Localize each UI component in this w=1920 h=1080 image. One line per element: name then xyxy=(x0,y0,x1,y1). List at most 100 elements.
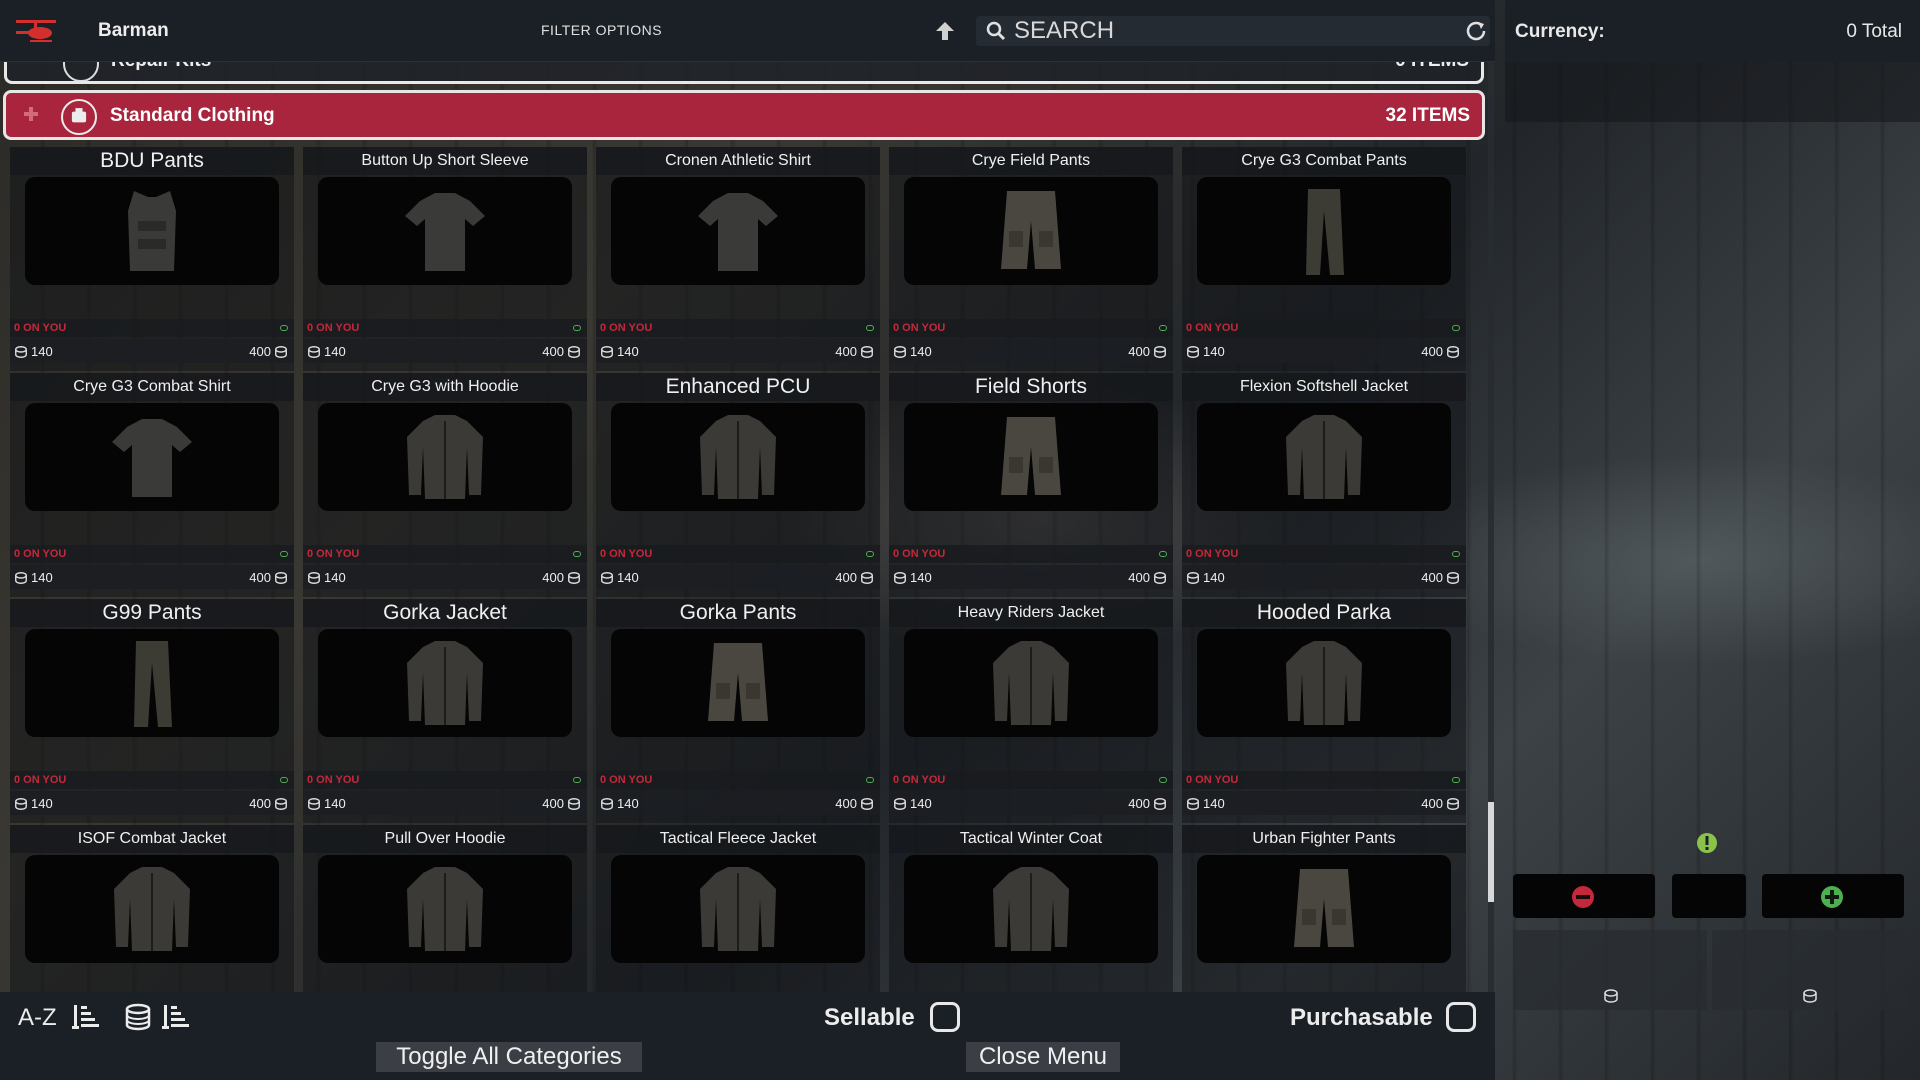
coin-icon xyxy=(1154,345,1166,358)
buy-price: 400 xyxy=(249,796,288,811)
stock-indicator-icon xyxy=(1159,551,1167,557)
sell-price: 140 xyxy=(600,570,639,585)
category-header-standard-clothing[interactable]: Standard Clothing 32 ITEMS xyxy=(3,90,1485,140)
filter-options-button[interactable]: FILTER OPTIONS xyxy=(541,22,662,38)
coin-stack-icon[interactable] xyxy=(124,1002,152,1032)
decrease-quantity-button[interactable] xyxy=(1513,874,1655,918)
jacket-icon xyxy=(700,415,776,499)
sell-price-value: 140 xyxy=(1203,796,1225,811)
sell-price-value: 140 xyxy=(31,796,53,811)
item-stock: 0 ON YOU xyxy=(1182,771,1466,789)
refresh-icon[interactable] xyxy=(1464,19,1488,43)
sell-price: 140 xyxy=(1186,344,1225,359)
item-stock: 0 ON YOU xyxy=(10,545,294,563)
buy-price: 400 xyxy=(1128,570,1167,585)
coin-icon xyxy=(861,345,873,358)
stock-label: 0 ON YOU xyxy=(14,548,67,560)
sell-price-value: 140 xyxy=(324,796,346,811)
item-card[interactable]: Crye Field Pants 0 ON YOU 140 400 xyxy=(889,147,1173,371)
close-menu-button[interactable]: Close Menu xyxy=(966,1042,1120,1072)
sell-price: 140 xyxy=(600,344,639,359)
sell-price-value: 140 xyxy=(617,796,639,811)
item-stock: 0 ON YOU xyxy=(10,771,294,789)
stock-label: 0 ON YOU xyxy=(307,322,360,334)
sell-price-value: 140 xyxy=(1203,344,1225,359)
item-image xyxy=(318,403,572,511)
coin-icon xyxy=(861,797,873,810)
buy-price-value: 400 xyxy=(249,344,271,359)
item-card[interactable]: Enhanced PCU 0 ON YOU 140 400 xyxy=(596,373,880,597)
category-header-repair-kits[interactable]: Repair Kits 0 ITEMS xyxy=(4,62,1484,84)
sell-price: 140 xyxy=(307,570,346,585)
info-icon[interactable] xyxy=(1696,832,1718,854)
stock-indicator-icon xyxy=(573,777,581,783)
item-card[interactable]: G99 Pants 0 ON YOU 140 400 xyxy=(10,599,294,823)
coin-icon xyxy=(601,797,613,810)
arrow-up-icon[interactable] xyxy=(934,20,956,42)
item-name: Tactical Winter Coat xyxy=(889,825,1173,853)
buy-price-value: 400 xyxy=(542,796,564,811)
item-prices: 140 400 xyxy=(889,791,1173,815)
jacket-icon xyxy=(114,867,190,951)
item-card[interactable]: BDU Pants 0 ON YOU 140 400 xyxy=(10,147,294,371)
increase-quantity-button[interactable] xyxy=(1762,874,1904,918)
item-card[interactable]: Hooded Parka 0 ON YOU 140 400 xyxy=(1182,599,1466,823)
coin-icon xyxy=(308,571,320,584)
item-card[interactable]: Cronen Athletic Shirt 0 ON YOU 140 400 xyxy=(596,147,880,371)
item-stock: 0 ON YOU xyxy=(303,545,587,563)
shorts-icon xyxy=(1001,191,1061,269)
item-card[interactable]: Field Shorts 0 ON YOU 140 400 xyxy=(889,373,1173,597)
item-card[interactable]: Heavy Riders Jacket 0 ON YOU 140 400 xyxy=(889,599,1173,823)
sort-list-icon[interactable] xyxy=(72,1002,100,1032)
buy-price-value: 400 xyxy=(1128,570,1150,585)
shorts-icon xyxy=(1001,417,1061,495)
stock-indicator-icon xyxy=(1452,551,1460,557)
sell-button[interactable] xyxy=(1513,930,1707,1010)
coin-icon xyxy=(1154,571,1166,584)
item-card[interactable]: Crye G3 Combat Shirt 0 ON YOU 140 400 xyxy=(10,373,294,597)
item-card[interactable]: Crye G3 Combat Pants 0 ON YOU 140 400 xyxy=(1182,147,1466,371)
search-input[interactable] xyxy=(1014,16,1434,46)
item-name: Cronen Athletic Shirt xyxy=(596,147,880,175)
item-grid: BDU Pants 0 ON YOU 140 400 Button Up Short S… xyxy=(10,147,1470,1049)
sell-price: 140 xyxy=(1186,570,1225,585)
sell-price-value: 140 xyxy=(910,344,932,359)
item-image xyxy=(611,177,865,285)
item-card[interactable]: Gorka Jacket 0 ON YOU 140 400 xyxy=(303,599,587,823)
item-prices: 140 400 xyxy=(1182,565,1466,589)
sellable-checkbox[interactable] xyxy=(930,1002,960,1032)
item-name: Crye G3 Combat Shirt xyxy=(10,373,294,401)
scrollbar[interactable] xyxy=(1488,62,1494,992)
stock-indicator-icon xyxy=(573,325,581,331)
item-card[interactable]: Button Up Short Sleeve 0 ON YOU 140 400 xyxy=(303,147,587,371)
item-prices: 140 400 xyxy=(1182,339,1466,363)
jacket-icon xyxy=(700,867,776,951)
item-card[interactable]: Crye G3 with Hoodie 0 ON YOU 140 400 xyxy=(303,373,587,597)
shorts-icon xyxy=(1294,869,1354,947)
sort-list-icon[interactable] xyxy=(162,1002,190,1032)
item-stock: 0 ON YOU xyxy=(889,771,1173,789)
buy-price: 400 xyxy=(835,570,874,585)
jacket-icon xyxy=(407,415,483,499)
item-card[interactable]: Flexion Softshell Jacket 0 ON YOU 140 400 xyxy=(1182,373,1466,597)
buy-button[interactable] xyxy=(1712,930,1906,1010)
coin-icon xyxy=(568,571,580,584)
purchasable-checkbox[interactable] xyxy=(1446,1002,1476,1032)
collapse-icon[interactable] xyxy=(20,103,42,125)
buy-price-value: 400 xyxy=(835,570,857,585)
coin-icon xyxy=(275,571,287,584)
buy-price-value: 400 xyxy=(1421,796,1443,811)
sell-price: 140 xyxy=(893,344,932,359)
jacket-icon xyxy=(1286,415,1362,499)
quantity-field[interactable] xyxy=(1672,874,1746,918)
bottom-bar: A-Z Sellable Purchasable Toggle All Cate… xyxy=(0,992,1495,1080)
item-prices: 140 400 xyxy=(10,339,294,363)
item-name: Crye Field Pants xyxy=(889,147,1173,175)
toggle-all-categories-button[interactable]: Toggle All Categories xyxy=(376,1042,642,1072)
scrollbar-thumb[interactable] xyxy=(1488,802,1494,902)
item-card[interactable]: Gorka Pants 0 ON YOU 140 400 xyxy=(596,599,880,823)
stock-label: 0 ON YOU xyxy=(1186,548,1239,560)
sort-az-button[interactable]: A-Z xyxy=(18,1004,57,1032)
item-name: Field Shorts xyxy=(889,373,1173,401)
coin-icon xyxy=(861,571,873,584)
